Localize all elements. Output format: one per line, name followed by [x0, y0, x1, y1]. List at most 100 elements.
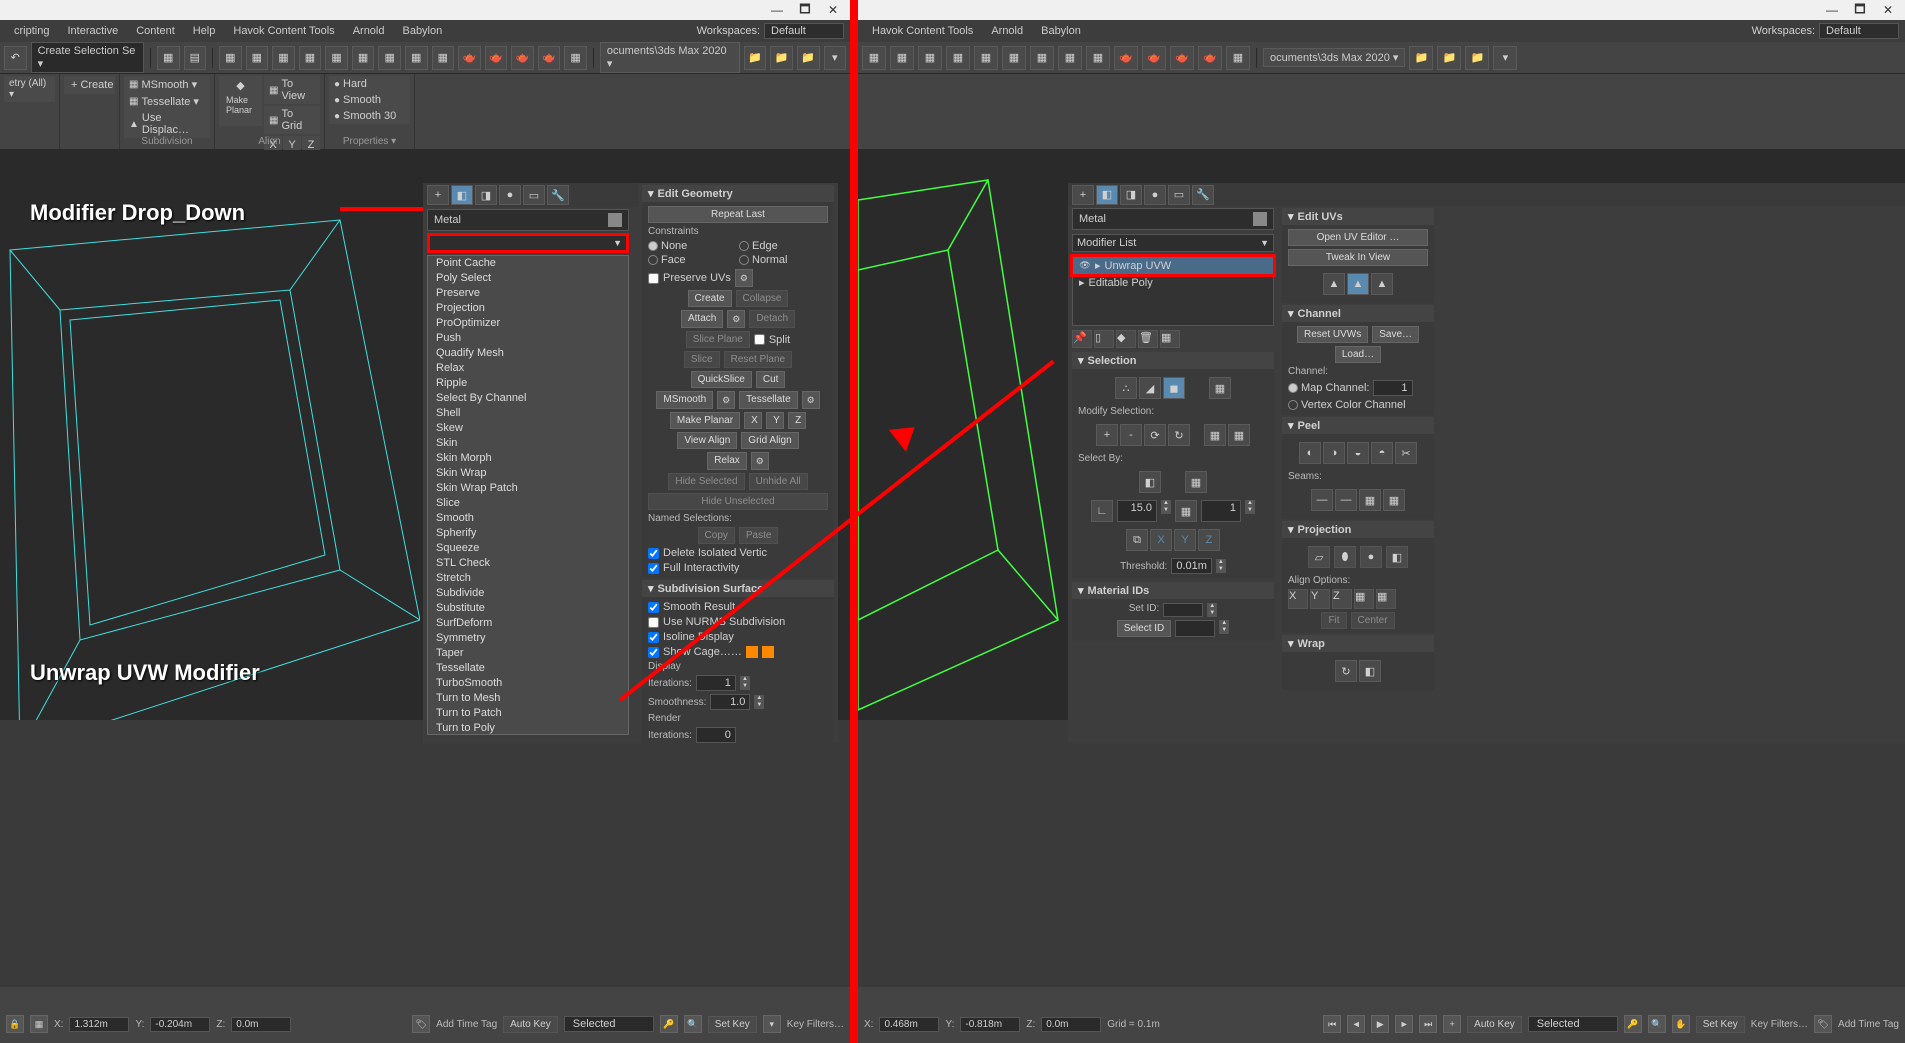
make-planar-button[interactable]: ◆Make Planar	[219, 76, 262, 126]
modifier-item[interactable]: Taper	[428, 646, 628, 661]
quick-box-icon[interactable]: ▲	[1371, 273, 1393, 295]
minimize-button[interactable]: —	[764, 2, 790, 18]
modifier-item[interactable]: Subdivide	[428, 586, 628, 601]
z-coord-field-r[interactable]: 0.0m	[1041, 1017, 1101, 1032]
angle-icon[interactable]: ∟	[1091, 500, 1113, 522]
y-axis-icon[interactable]: Y	[1174, 529, 1196, 551]
planar-y-button[interactable]: Y	[766, 412, 784, 429]
peel-icon-1[interactable]: ◐	[1299, 442, 1321, 464]
add-time-tag[interactable]: Add Time Tag	[436, 1019, 497, 1030]
menu-arnold-r[interactable]: Arnold	[983, 23, 1031, 39]
open-uv-editor-button[interactable]: Open UV Editor …	[1288, 229, 1428, 246]
play-icon[interactable]: ▶	[1371, 1015, 1389, 1033]
spinner-up-icon[interactable]: ▲	[740, 676, 750, 683]
spinner-down-icon[interactable]: ▼	[1245, 507, 1255, 514]
modify-tab-r-icon[interactable]: ◧	[1096, 185, 1118, 205]
modifier-item[interactable]: Push	[428, 331, 628, 346]
modifier-item[interactable]: Skew	[428, 421, 628, 436]
toolbar-btn-r11[interactable]: ▾	[1493, 46, 1517, 70]
toolbar-folder2-icon[interactable]: 📁	[770, 46, 793, 70]
quick-planar-icon[interactable]: ▲	[1323, 273, 1345, 295]
planar-x-button[interactable]: X	[744, 412, 762, 429]
modifier-dropdown-list[interactable]: Point Cache Poly Select Preserve Project…	[427, 255, 629, 735]
toolbar-teapot4-icon[interactable]: 🫖	[538, 46, 561, 70]
toolbar-btn-r2[interactable]: ▦	[890, 46, 914, 70]
select-id-button[interactable]: Select ID	[1117, 620, 1172, 637]
pan-r-icon[interactable]: ✋	[1672, 1015, 1690, 1033]
make-planar-geo-button[interactable]: Make Planar	[670, 412, 740, 429]
y-coord-field-r[interactable]: -0.818m	[960, 1017, 1020, 1032]
toolbar-btn-1[interactable]: ▦	[157, 46, 180, 70]
wrap-icon-1[interactable]: ↻	[1335, 660, 1357, 682]
timeline-left[interactable]	[0, 987, 850, 1005]
spherical-projection-icon[interactable]: ●	[1360, 546, 1382, 568]
modifier-item[interactable]: Slice	[428, 496, 628, 511]
wrap-header[interactable]: ▾ Wrap	[1282, 635, 1434, 652]
load-uvws-button[interactable]: Load…	[1335, 346, 1381, 363]
toolbar-folder-icon[interactable]: 📁	[744, 46, 767, 70]
cut-button[interactable]: Cut	[756, 371, 786, 388]
sel-icon-5[interactable]: ▦	[1204, 424, 1226, 446]
menu-interactive[interactable]: Interactive	[59, 23, 126, 39]
configure-sets-icon[interactable]: ▦	[1160, 330, 1180, 348]
modifier-item[interactable]: Quadify Mesh	[428, 346, 628, 361]
iterations-spinner[interactable]: 1	[696, 675, 736, 691]
toolbar-btn-6[interactable]: ▦	[299, 46, 322, 70]
visibility-eye-icon[interactable]: 👁	[1079, 260, 1091, 272]
spinner-up-icon[interactable]: ▲	[1161, 500, 1171, 507]
goto-end-icon[interactable]: ⏭	[1419, 1015, 1437, 1033]
add-time-tag-r[interactable]: Add Time Tag	[1838, 1019, 1899, 1030]
align-z-proj[interactable]: Z	[1332, 589, 1352, 609]
subdiv-surface-header[interactable]: ▾ Subdivision Surface	[642, 580, 834, 597]
constraint-none-radio[interactable]: None	[648, 240, 737, 252]
maximize-button[interactable]: 🗖	[1847, 2, 1873, 18]
polygon-subobj-icon[interactable]: ◼	[1163, 377, 1185, 399]
planar-projection-icon[interactable]: ▱	[1308, 546, 1330, 568]
count-spinner[interactable]: 1	[1201, 500, 1241, 522]
x-axis-icon[interactable]: X	[1150, 529, 1172, 551]
set-key-button-r[interactable]: Set Key	[1696, 1016, 1745, 1033]
object-name-field[interactable]: Metal	[427, 209, 629, 231]
peel-header[interactable]: ▾ Peel	[1282, 417, 1434, 434]
smooth-button[interactable]: ● Smooth	[329, 92, 410, 108]
zoom-r-icon[interactable]: 🔍	[1648, 1015, 1666, 1033]
create-selection-dropdown[interactable]: Create Selection Se ▾	[31, 42, 144, 73]
timeline-right[interactable]	[858, 987, 1905, 1005]
spinner-down-icon[interactable]: ▼	[740, 683, 750, 690]
object-name-field-r[interactable]: Metal	[1072, 208, 1274, 230]
stack-editable-poly[interactable]: ▸ Editable Poly	[1073, 274, 1273, 291]
seam-icon-1[interactable]: —	[1311, 489, 1333, 511]
key-filters-r[interactable]: Key Filters…	[1751, 1019, 1808, 1030]
modifier-item[interactable]: Preserve	[428, 286, 628, 301]
display-tab-r-icon[interactable]: ▭	[1168, 185, 1190, 205]
toolbar-btn-2[interactable]: ▤	[184, 46, 207, 70]
toolbar-btn-3[interactable]: ▦	[219, 46, 242, 70]
vertex-subobj-icon[interactable]: ∴	[1115, 377, 1137, 399]
spinner-up-icon[interactable]: ▲	[754, 695, 764, 702]
select-id-spinner[interactable]	[1175, 620, 1215, 637]
modifier-stack[interactable]: 👁 ▸ Unwrap UVW ▸ Editable Poly	[1072, 256, 1274, 326]
msmooth-settings-icon[interactable]: ⚙	[717, 391, 735, 409]
set-id-spinner[interactable]	[1163, 603, 1203, 617]
toolbar-btn-11[interactable]: ▦	[432, 46, 455, 70]
vertex-color-radio[interactable]: Vertex Color Channel	[1288, 399, 1428, 411]
maximize-button[interactable]: 🗖	[792, 2, 818, 18]
planar-icon[interactable]: ▦	[1175, 500, 1197, 522]
toolbar-teapot-r2-icon[interactable]: 🫖	[1142, 46, 1166, 70]
smooth30-button[interactable]: ● Smooth 30	[329, 108, 410, 124]
modifier-item[interactable]: Ripple	[428, 376, 628, 391]
spinner-down-icon[interactable]: ▼	[1216, 566, 1226, 573]
modifier-item[interactable]: Turn to Patch	[428, 706, 628, 721]
projection-header[interactable]: ▾ Projection	[1282, 521, 1434, 538]
view-align-button[interactable]: View Align	[677, 432, 737, 449]
seam-icon-4[interactable]: ▦	[1383, 489, 1405, 511]
toolbar-undo-icon[interactable]: ↶	[4, 46, 27, 70]
modifier-item[interactable]: Shell	[428, 406, 628, 421]
repeat-last-button[interactable]: Repeat Last	[648, 206, 828, 223]
modifier-item[interactable]: TurboSmooth	[428, 676, 628, 691]
full-interactivity-checkbox[interactable]: Full Interactivity	[648, 562, 828, 574]
project-path-r[interactable]: ocuments\3ds Max 2020 ▾	[1263, 48, 1405, 67]
toolbar-teapot3-icon[interactable]: 🫖	[511, 46, 534, 70]
modifier-item[interactable]: Squeeze	[428, 541, 628, 556]
key-icon[interactable]: 🔑	[660, 1015, 678, 1033]
